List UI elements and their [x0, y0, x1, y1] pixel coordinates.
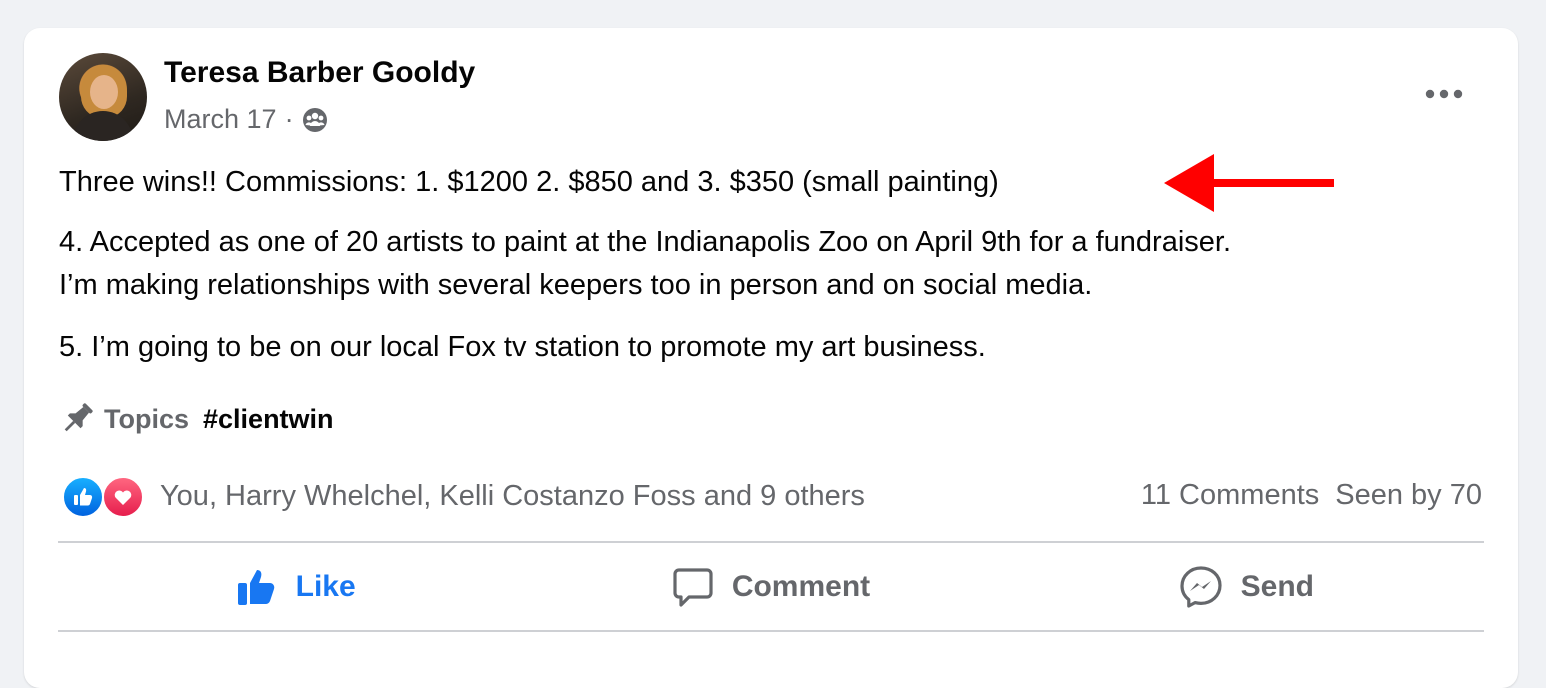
messenger-icon — [1180, 566, 1222, 608]
author-avatar[interactable] — [59, 53, 147, 141]
comment-icon — [673, 568, 713, 607]
thumbs-up-icon — [237, 570, 274, 605]
post-stats: 11 Comments Seen by 70 — [1141, 479, 1482, 512]
avatar-face — [90, 75, 118, 109]
like-button[interactable]: Like — [58, 544, 533, 630]
post-paragraph-relationships: I’m making relationships with several ke… — [59, 269, 1093, 301]
seen-count[interactable]: Seen by 70 — [1335, 479, 1482, 512]
like-label: Like — [295, 570, 356, 603]
pin-icon — [64, 403, 93, 432]
comments-count[interactable]: 11 Comments — [1141, 479, 1319, 512]
reaction-icons[interactable] — [62, 476, 144, 518]
group-icon — [302, 107, 327, 132]
reactions-summary: You, Harry Whelchel, Kelli Costanzo Foss… — [62, 476, 865, 518]
divider-top — [58, 541, 1484, 543]
send-button[interactable]: Send — [1009, 544, 1484, 630]
comment-label: Comment — [731, 570, 871, 603]
more-horizontal-icon — [1425, 89, 1463, 99]
post-date[interactable]: March 17 — [164, 104, 277, 135]
post-paragraph-wins: Three wins!! Commissions: 1. $1200 2. $8… — [59, 166, 999, 198]
comment-button[interactable]: Comment — [533, 544, 1008, 630]
reactions-names[interactable]: You, Harry Whelchel, Kelli Costanzo Foss… — [160, 480, 865, 513]
post-paragraph-zoo: 4. Accepted as one of 20 artists to pain… — [59, 226, 1232, 258]
post-options-button[interactable] — [1420, 76, 1468, 112]
love-reaction-icon — [102, 476, 144, 518]
author-name[interactable]: Teresa Barber Gooldy — [164, 56, 475, 90]
topics-row: Topics #clientwin — [58, 400, 334, 438]
post-meta: March 17 · — [164, 104, 328, 135]
topic-tag[interactable]: #clientwin — [203, 404, 334, 435]
like-reaction-icon — [62, 476, 104, 518]
send-label: Send — [1240, 570, 1314, 603]
post-card: Teresa Barber Gooldy March 17 · Three wi… — [24, 28, 1518, 688]
post-paragraph-tv: 5. I’m going to be on our local Fox tv s… — [59, 331, 986, 363]
avatar-shoulders — [73, 111, 133, 141]
topics-label: Topics — [104, 403, 190, 434]
meta-separator: · — [284, 104, 294, 134]
annotation-arrow-icon — [1164, 154, 1334, 212]
divider-bottom — [58, 630, 1484, 632]
post-actions: Like Comment Send — [58, 544, 1484, 630]
